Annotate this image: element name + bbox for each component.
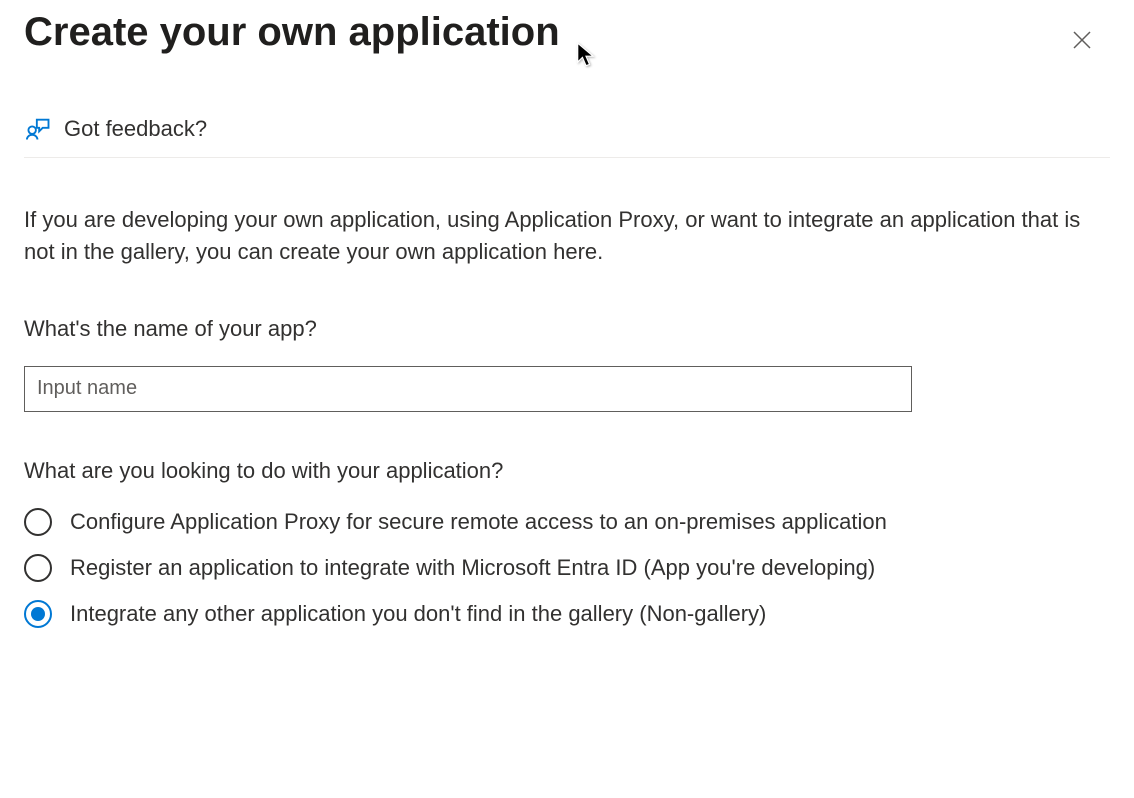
radio-label: Integrate any other application you don'… bbox=[70, 601, 766, 627]
radio-icon bbox=[24, 600, 52, 628]
radio-label: Register an application to integrate wit… bbox=[70, 555, 875, 581]
radio-option-non-gallery[interactable]: Integrate any other application you don'… bbox=[24, 600, 1110, 628]
feedback-link[interactable]: Got feedback? bbox=[24, 115, 1110, 143]
purpose-label: What are you looking to do with your app… bbox=[24, 458, 1110, 484]
radio-icon bbox=[24, 508, 52, 536]
radio-icon bbox=[24, 554, 52, 582]
radio-option-register[interactable]: Register an application to integrate wit… bbox=[24, 554, 1110, 582]
panel-header: Create your own application bbox=[24, 0, 1110, 63]
close-button[interactable] bbox=[1062, 20, 1102, 63]
panel-title: Create your own application bbox=[24, 8, 560, 56]
purpose-radio-group: Configure Application Proxy for secure r… bbox=[24, 508, 1110, 628]
app-name-label: What's the name of your app? bbox=[24, 316, 1110, 342]
radio-option-proxy[interactable]: Configure Application Proxy for secure r… bbox=[24, 508, 1110, 536]
feedback-label: Got feedback? bbox=[64, 116, 207, 142]
app-name-input[interactable] bbox=[24, 366, 912, 412]
close-icon bbox=[1070, 40, 1094, 55]
radio-label: Configure Application Proxy for secure r… bbox=[70, 509, 887, 535]
divider bbox=[24, 157, 1110, 158]
description-text: If you are developing your own applicati… bbox=[24, 204, 1110, 268]
feedback-icon bbox=[24, 115, 52, 143]
